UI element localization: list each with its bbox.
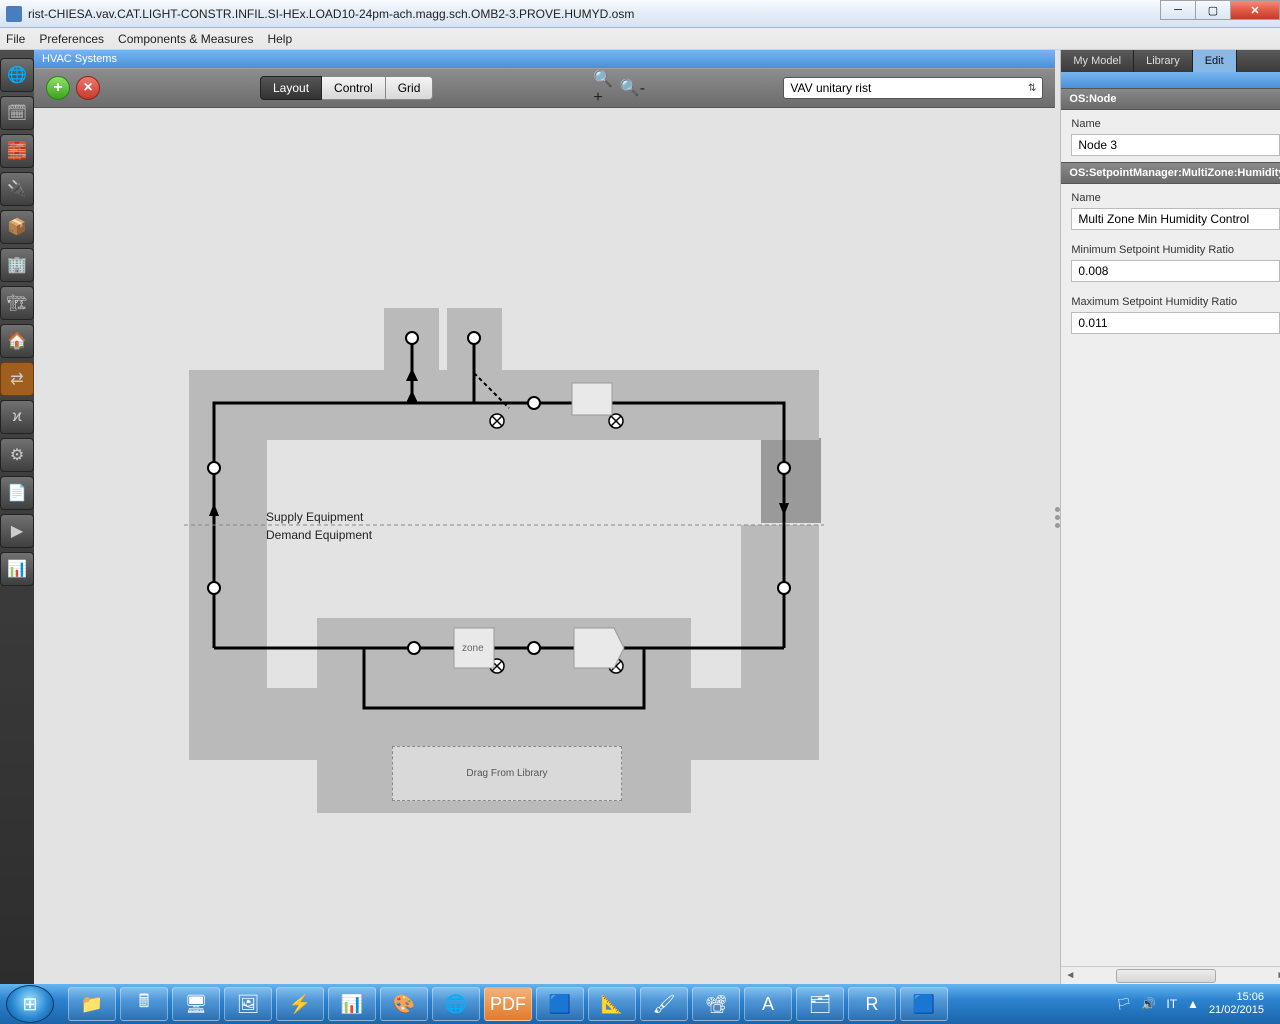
tab-edit[interactable]: Edit bbox=[1193, 50, 1237, 72]
tray-chevron-up-icon[interactable]: ▲ bbox=[1187, 997, 1199, 1011]
zoom-out-icon[interactable]: 🔍- bbox=[621, 77, 643, 99]
properties-pane: My Model Library Edit OS:Node Name OS:Se… bbox=[1060, 50, 1280, 984]
nav-run-icon[interactable]: ▶ bbox=[0, 514, 34, 548]
body-area: 🌐 🗓 🧱 🔌 📦 🏢 🏗 🏠 ⇄ ϰ ⚙ 📄 ▶ 📊 HVAC Systems… bbox=[0, 50, 1280, 984]
input-spm-name[interactable] bbox=[1071, 208, 1280, 230]
taskbar-openstudio-icon[interactable]: 🟦 bbox=[900, 987, 948, 1021]
library-drop-zone[interactable]: Drag From Library bbox=[392, 746, 622, 801]
taskbar-app5-icon[interactable]: 🖌 bbox=[640, 987, 688, 1021]
taskbar-app4-icon[interactable]: 🟦 bbox=[536, 987, 584, 1021]
taskbar-app1-icon[interactable]: 🖥 bbox=[172, 987, 220, 1021]
nav-results-icon[interactable]: 📊 bbox=[0, 552, 34, 586]
nav-geometry-icon[interactable]: 🏢 bbox=[0, 248, 34, 282]
label-node-name: Name bbox=[1061, 110, 1280, 132]
loop-diagram bbox=[34, 108, 1034, 984]
taskbar-app2-icon[interactable]: 🖼 bbox=[224, 987, 272, 1021]
tab-layout[interactable]: Layout bbox=[260, 76, 322, 100]
clock-time: 15:06 bbox=[1209, 991, 1264, 1004]
center-panel: HVAC Systems + × Layout Control Grid 🔍+ … bbox=[34, 50, 1055, 984]
canvas-area[interactable]: Supply Equipment Demand Equipment zone D… bbox=[34, 108, 1055, 984]
window-title: rist-CHIESA.vav.CAT.LIGHT-CONSTR.INFIL.S… bbox=[28, 7, 634, 21]
window-minimize-button[interactable]: ─ bbox=[1160, 0, 1195, 20]
nav-spacetypes-icon[interactable]: 📦 bbox=[0, 210, 34, 244]
label-min-humidity: Minimum Setpoint Humidity Ratio bbox=[1061, 236, 1280, 258]
input-node-name[interactable] bbox=[1071, 134, 1280, 156]
horizontal-scrollbar[interactable]: ◄ ► bbox=[1061, 966, 1280, 984]
nav-scripts-icon[interactable]: 📄 bbox=[0, 476, 34, 510]
nav-zones-icon[interactable]: 🏠 bbox=[0, 324, 34, 358]
zoom-in-icon[interactable]: 🔍+ bbox=[593, 77, 615, 99]
taskbar-explorer-icon[interactable]: 📁 bbox=[68, 987, 116, 1021]
taskbar-pdf-icon[interactable]: PDF bbox=[484, 987, 532, 1021]
taskbar-app3-icon[interactable]: ⚡ bbox=[276, 987, 324, 1021]
zone-block-label: zone bbox=[462, 643, 484, 654]
tab-control[interactable]: Control bbox=[322, 76, 386, 100]
taskbar-chrome-icon[interactable]: 🌐 bbox=[432, 987, 480, 1021]
tab-grid[interactable]: Grid bbox=[386, 76, 434, 100]
section-setpoint-manager: OS:SetpointManager:MultiZone:Humidity: bbox=[1061, 162, 1280, 184]
system-selected-label: VAV unitary rist bbox=[790, 81, 871, 95]
supply-equipment-label: Supply Equipment bbox=[266, 510, 363, 524]
taskbar-paint-icon[interactable]: 🎨 bbox=[380, 987, 428, 1021]
taskbar-sketchup-icon[interactable]: 📐 bbox=[588, 987, 636, 1021]
menu-preferences[interactable]: Preferences bbox=[39, 32, 104, 46]
chevron-updown-icon: ⇅ bbox=[1028, 83, 1036, 94]
add-loop-button[interactable]: + bbox=[46, 76, 70, 100]
nav-hvac-icon[interactable]: ⇄ bbox=[0, 362, 34, 396]
tab-library[interactable]: Library bbox=[1134, 50, 1193, 72]
app-icon bbox=[6, 6, 22, 22]
taskbar-autocad-icon[interactable]: A bbox=[744, 987, 792, 1021]
windows-taskbar: ⊞ 📁 🖩 🖥 🖼 ⚡ 📊 🎨 🌐 PDF 🟦 📐 🖌 📽 A 🗂 R 🟦 🏳 … bbox=[0, 984, 1280, 1024]
view-mode-segmented: Layout Control Grid bbox=[260, 76, 433, 100]
panel-title: HVAC Systems bbox=[34, 50, 1055, 68]
nav-loads-icon[interactable]: 🔌 bbox=[0, 172, 34, 206]
nav-building-icon[interactable]: 🏗 bbox=[0, 286, 34, 320]
tray-lang-indicator[interactable]: IT bbox=[1166, 997, 1177, 1011]
menu-components[interactable]: Components & Measures bbox=[118, 32, 253, 46]
nav-schedules-icon[interactable]: 🗓 bbox=[0, 96, 34, 130]
panel-title-strip bbox=[1061, 72, 1280, 88]
scrollbar-thumb[interactable] bbox=[1116, 969, 1216, 983]
tray-volume-icon[interactable]: 🔊 bbox=[1141, 997, 1156, 1011]
delete-loop-button[interactable]: × bbox=[76, 76, 100, 100]
tab-my-model[interactable]: My Model bbox=[1061, 50, 1134, 72]
window-maximize-button[interactable]: ▢ bbox=[1195, 0, 1230, 20]
hvac-toolbar: + × Layout Control Grid 🔍+ 🔍- VAV unitar… bbox=[34, 68, 1055, 108]
taskbar-clock[interactable]: 15:06 21/02/2015 bbox=[1209, 991, 1264, 1017]
demand-equipment-label: Demand Equipment bbox=[266, 528, 372, 542]
start-button[interactable]: ⊞ bbox=[6, 985, 54, 1023]
label-max-humidity: Maximum Setpoint Humidity Ratio bbox=[1061, 288, 1280, 310]
input-min-humidity[interactable] bbox=[1071, 260, 1280, 282]
window-titlebar: rist-CHIESA.vav.CAT.LIGHT-CONSTR.INFIL.S… bbox=[0, 0, 1280, 28]
clock-date: 21/02/2015 bbox=[1209, 1004, 1264, 1017]
nav-variables-icon[interactable]: ϰ bbox=[0, 400, 34, 434]
window-close-button[interactable]: ✕ bbox=[1230, 0, 1280, 20]
left-nav-strip: 🌐 🗓 🧱 🔌 📦 🏢 🏗 🏠 ⇄ ϰ ⚙ 📄 ▶ 📊 bbox=[0, 50, 34, 984]
nav-settings-icon[interactable]: ⚙ bbox=[0, 438, 34, 472]
taskbar-folder-icon[interactable]: 🗂 bbox=[796, 987, 844, 1021]
section-os-node: OS:Node bbox=[1061, 88, 1280, 110]
drop-zone-label: Drag From Library bbox=[466, 768, 547, 779]
taskbar-powerpoint-icon[interactable]: 📽 bbox=[692, 987, 740, 1021]
label-spm-name: Name bbox=[1061, 184, 1280, 206]
nav-site-icon[interactable]: 🌐 bbox=[0, 58, 34, 92]
taskbar-calculator-icon[interactable]: 🖩 bbox=[120, 987, 168, 1021]
tray-flag-icon[interactable]: 🏳 bbox=[1116, 997, 1131, 1011]
input-max-humidity[interactable] bbox=[1071, 312, 1280, 334]
menu-file[interactable]: File bbox=[6, 32, 25, 46]
taskbar-app6-icon[interactable]: R bbox=[848, 987, 896, 1021]
system-selector[interactable]: VAV unitary rist ⇅ bbox=[783, 77, 1043, 99]
taskbar-excel-icon[interactable]: 📊 bbox=[328, 987, 376, 1021]
nav-constructions-icon[interactable]: 🧱 bbox=[0, 134, 34, 168]
menu-bar: File Preferences Components & Measures H… bbox=[0, 28, 1280, 50]
system-tray: 🏳 🔊 IT ▲ 15:06 21/02/2015 bbox=[1106, 991, 1274, 1017]
menu-help[interactable]: Help bbox=[267, 32, 292, 46]
